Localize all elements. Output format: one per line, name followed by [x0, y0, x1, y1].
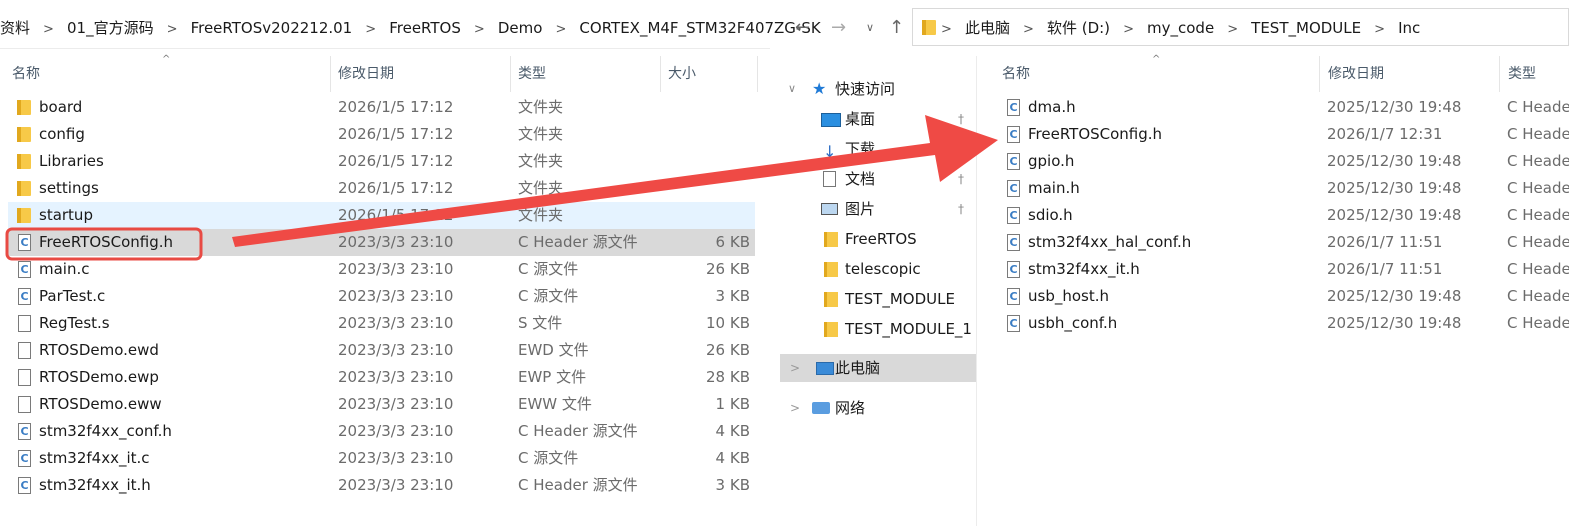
drag-arrow [232, 115, 998, 247]
annotation-overlay [5, 115, 998, 261]
highlight-box [5, 227, 203, 261]
